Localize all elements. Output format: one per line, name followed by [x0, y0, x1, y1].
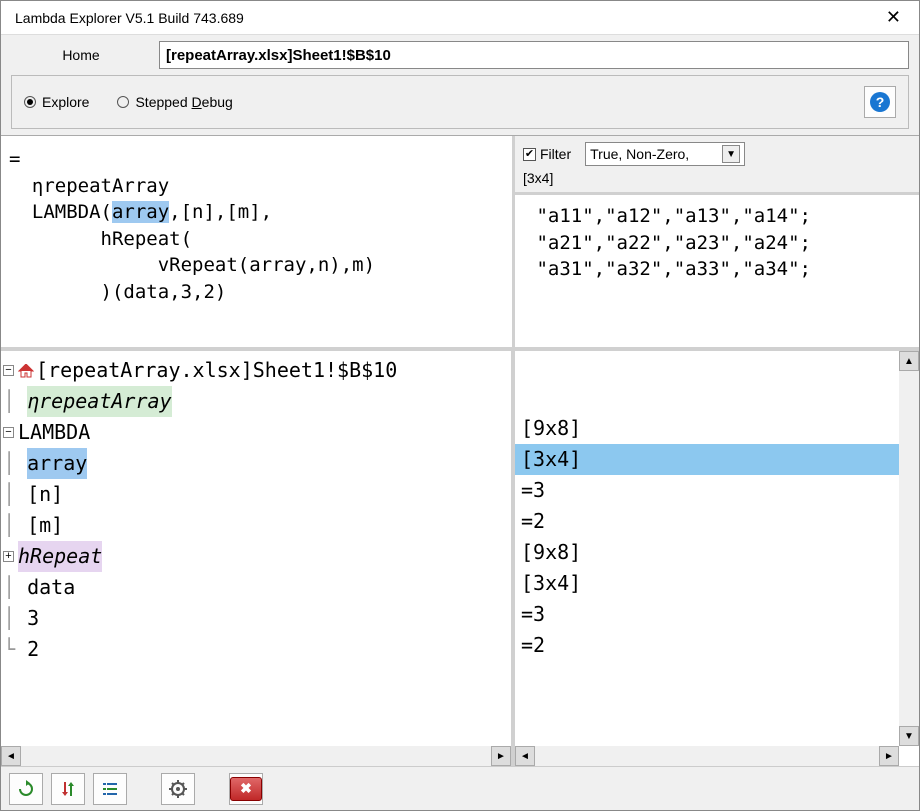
stepped-debug-radio[interactable]: Stepped Debug: [117, 94, 232, 110]
refresh-icon: [17, 780, 35, 798]
tree-label: ηrepeatArray: [27, 386, 172, 417]
tree-label: data: [27, 572, 75, 603]
filter-header: ✔ Filter True, Non-Zero, ▼ [3x4]: [515, 136, 919, 195]
list-icon: [101, 780, 119, 798]
expand-icon[interactable]: +: [3, 551, 14, 562]
value-row[interactable]: [9x8]: [515, 413, 919, 444]
array-line: "a11","a12","a13","a14";: [525, 203, 909, 230]
tree-label: 2: [27, 634, 39, 665]
reference-row: Home: [11, 41, 909, 69]
tree-row[interactable]: │ array: [3, 448, 509, 479]
scroll-left-icon[interactable]: ◄: [1, 746, 21, 766]
formula-line: =: [9, 146, 504, 173]
close-x-icon: ✖: [230, 777, 262, 801]
mode-toolbar: Explore Stepped Debug ?: [11, 75, 909, 129]
reference-input[interactable]: [159, 41, 909, 69]
values-content[interactable]: [9x8] [3x4] =3 =2 [9x8] [3x4] =3 =2: [515, 351, 919, 766]
explore-radio-label: Explore: [42, 94, 89, 110]
help-icon: ?: [870, 92, 890, 112]
formula-line: LAMBDA(array,[n],[m],: [9, 199, 504, 226]
debug-radio-label: Stepped Debug: [135, 94, 232, 110]
upper-split: = ηrepeatArray LAMBDA(array,[n],[m], hRe…: [1, 135, 919, 347]
scroll-up-icon[interactable]: ▲: [899, 351, 919, 371]
value-row[interactable]: =3: [515, 475, 919, 506]
filter-dropdown[interactable]: True, Non-Zero, ▼: [585, 142, 745, 166]
top-section: Home Explore Stepped Debug ?: [1, 35, 919, 135]
collapse-icon[interactable]: −: [3, 427, 14, 438]
value-row[interactable]: =2: [515, 506, 919, 537]
tree-label: hRepeat: [18, 541, 102, 572]
formula-pane[interactable]: = ηrepeatArray LAMBDA(array,[n],[m], hRe…: [1, 136, 515, 347]
formula-line: vRepeat(array,n),m): [9, 252, 504, 279]
filter-checkbox[interactable]: ✔ Filter: [523, 146, 571, 162]
title-bar: Lambda Explorer V5.1 Build 743.689 ✕: [1, 1, 919, 35]
formula-line: ηrepeatArray: [9, 173, 504, 200]
values-hscrollbar[interactable]: ◄ ►: [515, 746, 899, 766]
filter-pane: ✔ Filter True, Non-Zero, ▼ [3x4] "a11","…: [515, 136, 919, 347]
tree-row[interactable]: + hRepeat: [3, 541, 509, 572]
tree-content[interactable]: −[repeatArray.xlsx]Sheet1!$B$10 │ ηrepea…: [1, 351, 511, 746]
app-window: Lambda Explorer V5.1 Build 743.689 ✕ Hom…: [0, 0, 920, 811]
list-button[interactable]: [93, 773, 127, 805]
refresh-button[interactable]: [9, 773, 43, 805]
tree-hscrollbar[interactable]: ◄ ►: [1, 746, 511, 766]
tree-root-row[interactable]: −[repeatArray.xlsx]Sheet1!$B$10: [3, 355, 509, 386]
tree-label: [n]: [27, 479, 63, 510]
value-row[interactable]: [3x4]: [515, 444, 919, 475]
tree-label: [m]: [27, 510, 63, 541]
radio-dot-icon: [24, 96, 36, 108]
value-row[interactable]: [3x4]: [515, 568, 919, 599]
explore-radio[interactable]: Explore: [24, 94, 89, 110]
filter-checkbox-label: Filter: [540, 146, 571, 162]
window-title: Lambda Explorer V5.1 Build 743.689: [15, 10, 244, 26]
gear-icon: [169, 780, 187, 798]
formula-line: )(data,3,2): [9, 279, 504, 306]
collapse-icon[interactable]: −: [3, 365, 14, 376]
array-line: "a21","a22","a23","a24";: [525, 230, 909, 257]
swap-arrows-icon: [59, 780, 77, 798]
help-button[interactable]: ?: [864, 86, 896, 118]
tree-row[interactable]: │ [m]: [3, 510, 509, 541]
home-label: Home: [11, 47, 151, 63]
home-icon: [18, 364, 34, 378]
tree-label: array: [27, 448, 87, 479]
close-button[interactable]: ✖: [229, 773, 263, 805]
tree-row[interactable]: │ ηrepeatArray: [3, 386, 509, 417]
value-row[interactable]: =3: [515, 599, 919, 630]
scroll-down-icon[interactable]: ▼: [899, 726, 919, 746]
values-vscrollbar[interactable]: ▲ ▼: [899, 351, 919, 746]
radio-dot-icon: [117, 96, 129, 108]
mode-radio-group: Explore Stepped Debug: [24, 94, 233, 110]
value-row[interactable]: [9x8]: [515, 537, 919, 568]
main-area: = ηrepeatArray LAMBDA(array,[n],[m], hRe…: [1, 135, 919, 766]
filter-dropdown-value: True, Non-Zero,: [590, 146, 689, 162]
array-display[interactable]: "a11","a12","a13","a14"; "a21","a22","a2…: [515, 195, 919, 347]
tree-label: LAMBDA: [18, 417, 90, 448]
scroll-right-icon[interactable]: ►: [491, 746, 511, 766]
tree-row[interactable]: │ 3: [3, 603, 509, 634]
highlighted-param: array: [112, 201, 169, 223]
chevron-down-icon: ▼: [722, 145, 740, 163]
value-row[interactable]: =2: [515, 630, 919, 661]
array-line: "a31","a32","a33","a34";: [525, 256, 909, 283]
tree-label: 3: [27, 603, 39, 634]
tree-row[interactable]: └ 2: [3, 634, 509, 665]
scroll-left-icon[interactable]: ◄: [515, 746, 535, 766]
tree-row[interactable]: │ data: [3, 572, 509, 603]
tree-row[interactable]: │ [n]: [3, 479, 509, 510]
formula-line: hRepeat(: [9, 226, 504, 253]
lower-split: −[repeatArray.xlsx]Sheet1!$B$10 │ ηrepea…: [1, 347, 919, 766]
swap-button[interactable]: [51, 773, 85, 805]
tree-row[interactable]: −LAMBDA: [3, 417, 509, 448]
window-close-button[interactable]: ✕: [878, 7, 909, 28]
settings-button[interactable]: [161, 773, 195, 805]
filter-dimensions: [3x4]: [523, 170, 911, 186]
scroll-right-icon[interactable]: ►: [879, 746, 899, 766]
checkbox-icon: ✔: [523, 148, 536, 161]
tree-pane: −[repeatArray.xlsx]Sheet1!$B$10 │ ηrepea…: [1, 351, 515, 766]
bottom-toolbar: ✖: [1, 766, 919, 810]
values-pane: [9x8] [3x4] =3 =2 [9x8] [3x4] =3 =2 ▲ ▼ …: [515, 351, 919, 766]
